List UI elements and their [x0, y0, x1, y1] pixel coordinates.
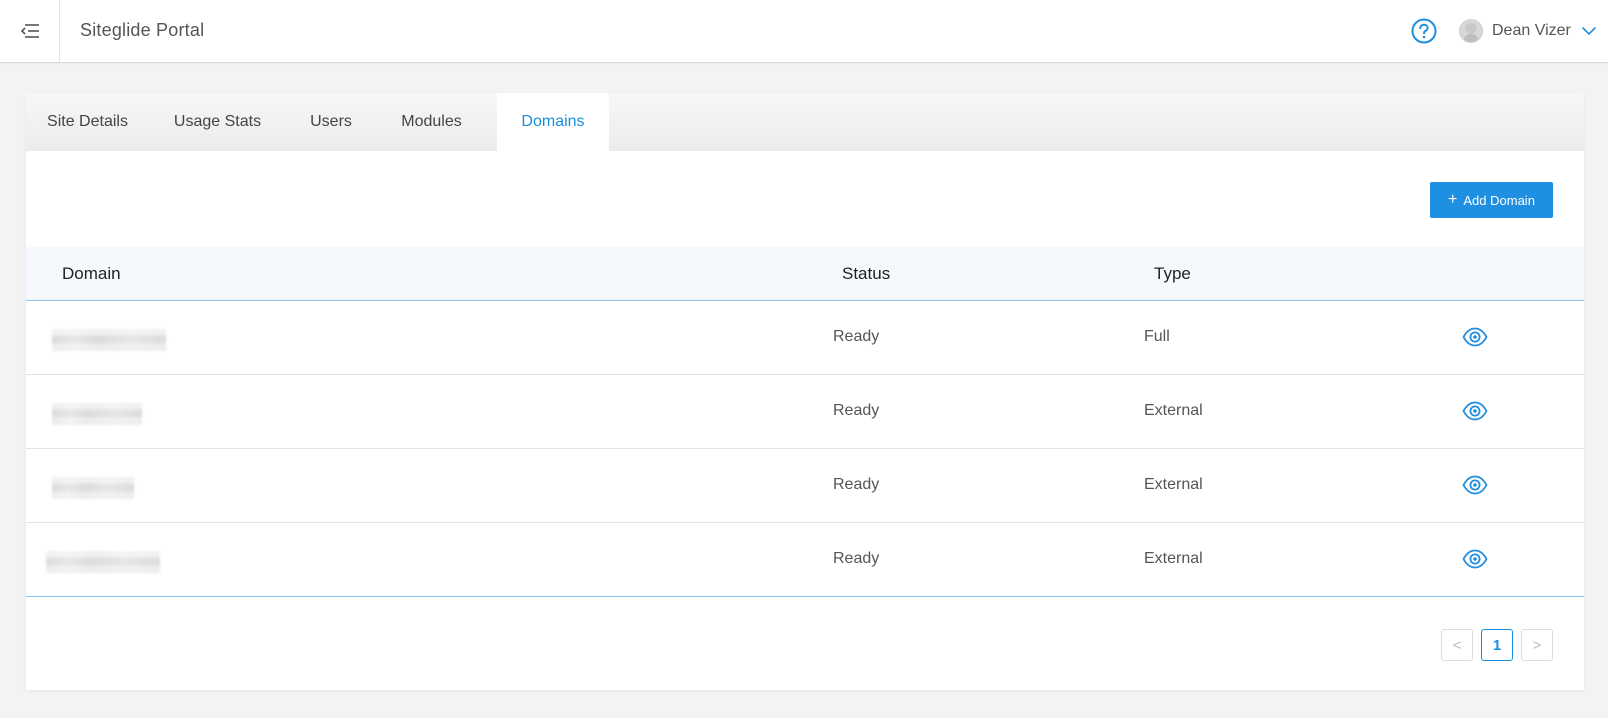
top-bar: Siteglide Portal Dean Vizer: [0, 0, 1608, 63]
user-name: Dean Vizer: [1492, 22, 1571, 39]
eye-icon[interactable]: [1462, 474, 1488, 496]
eye-icon[interactable]: [1462, 326, 1488, 348]
table-row: Ready External: [26, 523, 1584, 597]
tab-usage-stats[interactable]: Usage Stats: [149, 93, 286, 151]
eye-icon[interactable]: [1462, 400, 1488, 422]
add-domain-label: Add Domain: [1463, 192, 1535, 208]
domain-name-redacted[interactable]: [52, 477, 134, 499]
chevron-down-icon: [1581, 26, 1596, 36]
domain-name-redacted[interactable]: [52, 329, 166, 351]
tab-domains[interactable]: Domains: [497, 93, 609, 151]
help-circle-icon[interactable]: [1411, 18, 1437, 44]
plus-icon: +: [1448, 191, 1458, 208]
table-row: Ready Full: [26, 301, 1584, 375]
status-cell: Ready: [833, 328, 880, 345]
user-menu[interactable]: Dean Vizer: [1459, 17, 1597, 45]
avatar: [1459, 19, 1483, 43]
tab-site-details[interactable]: Site Details: [26, 93, 149, 151]
status-cell: Ready: [833, 402, 880, 419]
column-header-type[interactable]: Type: [1154, 264, 1191, 284]
type-cell: External: [1144, 402, 1203, 419]
tab-users[interactable]: Users: [286, 93, 376, 151]
table-row: Ready External: [26, 449, 1584, 523]
tab-modules[interactable]: Modules: [376, 93, 487, 151]
table-row: Ready External: [26, 375, 1584, 449]
site-card: Site Details Usage Stats Users Modules D…: [26, 93, 1584, 690]
type-cell: Full: [1144, 328, 1170, 345]
current-page-button[interactable]: 1: [1481, 629, 1513, 661]
add-domain-button[interactable]: + Add Domain: [1430, 182, 1553, 218]
next-page-button[interactable]: >: [1521, 629, 1553, 661]
status-cell: Ready: [833, 476, 880, 493]
column-header-status[interactable]: Status: [842, 264, 890, 284]
table-header: Domain Status Type: [26, 247, 1584, 301]
eye-icon[interactable]: [1462, 548, 1488, 570]
column-header-domain[interactable]: Domain: [62, 264, 121, 284]
domain-name-redacted[interactable]: [46, 551, 160, 573]
portal-title: Siteglide Portal: [80, 20, 205, 40]
type-cell: External: [1144, 476, 1203, 493]
status-cell: Ready: [833, 550, 880, 567]
previous-page-button[interactable]: <: [1441, 629, 1473, 661]
tab-bar: Site Details Usage Stats Users Modules D…: [26, 93, 1584, 151]
type-cell: External: [1144, 550, 1203, 567]
menu-collapse-button[interactable]: [0, 0, 60, 62]
menu-collapse-icon: [20, 24, 39, 38]
domain-name-redacted[interactable]: [52, 403, 142, 425]
